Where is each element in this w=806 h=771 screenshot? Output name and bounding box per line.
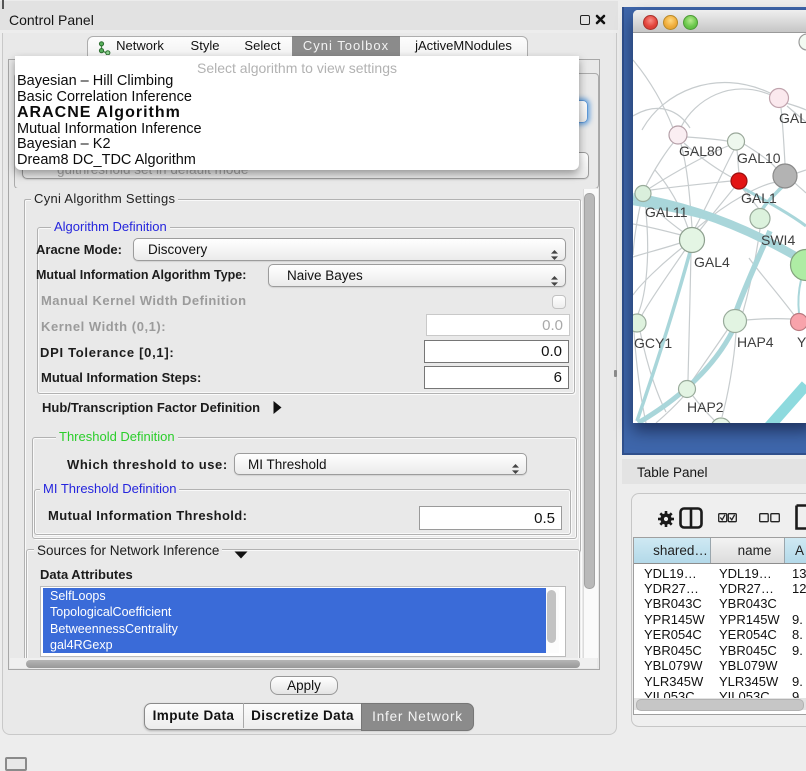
svg-text:GAL7: GAL7 [779, 110, 806, 126]
svg-text:HAP4: HAP4 [737, 334, 774, 350]
svg-text:GAL11: GAL11 [645, 204, 688, 220]
svg-text:GAL80: GAL80 [679, 143, 723, 159]
svg-text:GAL4: GAL4 [694, 254, 730, 270]
svg-text:GAL10: GAL10 [737, 150, 781, 166]
svg-text:SWI4: SWI4 [761, 232, 795, 248]
svg-text:GAL1: GAL1 [741, 190, 777, 206]
svg-text:HAP2: HAP2 [687, 399, 724, 415]
svg-text:YJ: YJ [797, 334, 806, 350]
svg-text:GCY1: GCY1 [634, 335, 672, 351]
